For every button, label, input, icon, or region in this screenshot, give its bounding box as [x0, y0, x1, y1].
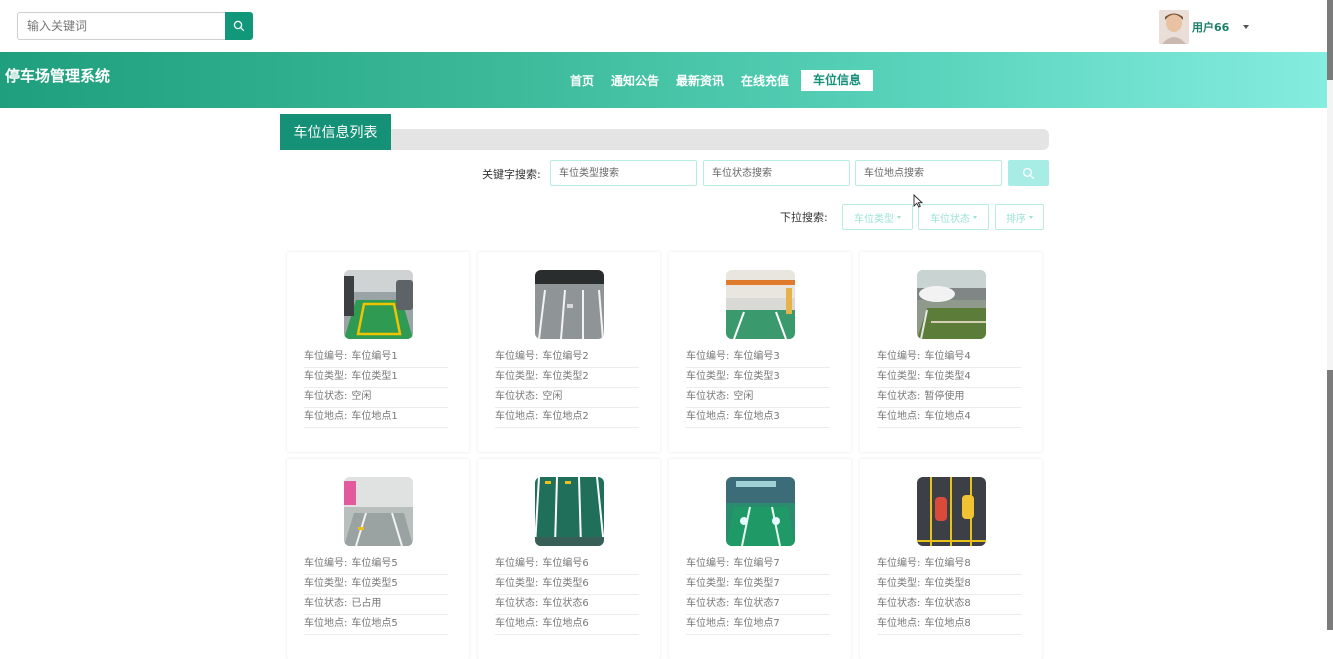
section-bar [280, 129, 1049, 150]
spot-number: 车位编号: 车位编号4 [877, 348, 1021, 368]
spot-location: 车位地点: 车位地点6 [495, 615, 639, 635]
parking-spot-photo [344, 477, 413, 546]
global-search [17, 12, 253, 40]
parking-spot-card[interactable]: 车位编号: 车位编号5 车位类型: 车位类型5 车位状态: 已占用 车位地点: 车位地点… [287, 459, 469, 659]
parking-spot-photo [917, 270, 986, 339]
type-search-input[interactable] [550, 160, 697, 186]
spot-type: 车位类型: 车位类型1 [304, 368, 448, 388]
spot-location: 车位地点: 车位地点5 [304, 615, 448, 635]
type-dropdown[interactable]: 车位类型 [842, 204, 913, 230]
nav-item-recharge[interactable]: 在线充值 [741, 72, 789, 89]
search-icon [1022, 167, 1035, 179]
global-search-button[interactable] [225, 12, 253, 40]
status-dropdown-label: 车位状态 [930, 213, 970, 225]
spot-status: 车位状态: 车位状态7 [686, 595, 830, 615]
site-title: 停车场管理系统 [5, 67, 111, 85]
spot-status: 车位状态: 已占用 [304, 595, 448, 615]
mouse-cursor-icon [913, 194, 923, 208]
sort-dropdown[interactable]: 排序 [995, 204, 1044, 230]
spot-type: 车位类型: 车位类型4 [877, 368, 1021, 388]
spot-type: 车位类型: 车位类型3 [686, 368, 830, 388]
spot-number: 车位编号: 车位编号6 [495, 555, 639, 575]
location-search-input[interactable] [855, 160, 1002, 186]
nav-item-parking-info[interactable]: 车位信息 [801, 70, 874, 91]
dropdown-search-label: 下拉搜索: [780, 211, 828, 224]
spot-type: 车位类型: 车位类型5 [304, 575, 448, 595]
nav-item-news[interactable]: 最新资讯 [676, 72, 724, 89]
spot-status: 车位状态: 暂停使用 [877, 388, 1021, 408]
parking-spot-photo [535, 270, 604, 339]
header-band: 停车场管理系统 首页 通知公告 最新资讯 在线充值 车位信息 [0, 52, 1327, 108]
spot-location: 车位地点: 车位地点8 [877, 615, 1021, 635]
sort-dropdown-label: 排序 [1006, 213, 1026, 225]
parking-spot-card[interactable]: 车位编号: 车位编号7 车位类型: 车位类型7 车位状态: 车位状态7 车位地点: 车位… [669, 459, 851, 659]
main-nav: 首页 通知公告 最新资讯 在线充值 车位信息 [570, 70, 874, 91]
parking-spot-card[interactable]: 车位编号: 车位编号2 车位类型: 车位类型2 车位状态: 空闲 车位地点: 车位地点2 [478, 252, 660, 452]
spot-type: 车位类型: 车位类型7 [686, 575, 830, 595]
username[interactable]: 用户66 [1192, 19, 1229, 35]
section-title: 车位信息列表 [280, 114, 391, 150]
status-search-input[interactable] [703, 160, 850, 186]
spot-status: 车位状态: 车位状态8 [877, 595, 1021, 615]
spot-status: 车位状态: 空闲 [686, 388, 830, 408]
spot-location: 车位地点: 车位地点3 [686, 408, 830, 428]
spot-type: 车位类型: 车位类型6 [495, 575, 639, 595]
spot-type: 车位类型: 车位类型8 [877, 575, 1021, 595]
spot-number: 车位编号: 车位编号2 [495, 348, 639, 368]
spot-location: 车位地点: 车位地点2 [495, 408, 639, 428]
search-icon [233, 20, 245, 32]
nav-item-notices[interactable]: 通知公告 [611, 72, 659, 89]
parking-spot-photo [344, 270, 413, 339]
parking-spot-card[interactable]: 车位编号: 车位编号4 车位类型: 车位类型4 车位状态: 暂停使用 车位地点: 车位地… [860, 252, 1042, 452]
spot-status: 车位状态: 车位状态6 [495, 595, 639, 615]
spot-number: 车位编号: 车位编号1 [304, 348, 448, 368]
page-scrollbar[interactable] [1327, 0, 1333, 630]
spot-location: 车位地点: 车位地点1 [304, 408, 448, 428]
spot-location: 车位地点: 车位地点4 [877, 408, 1021, 428]
parking-spot-photo [917, 477, 986, 546]
user-menu[interactable]: 用户66 [1159, 10, 1250, 44]
top-bar: 用户66 [0, 0, 1333, 52]
spot-number: 车位编号: 车位编号3 [686, 348, 830, 368]
spot-type: 车位类型: 车位类型2 [495, 368, 639, 388]
parking-spot-card[interactable]: 车位编号: 车位编号8 车位类型: 车位类型8 车位状态: 车位状态8 车位地点: 车位… [860, 459, 1042, 659]
avatar [1159, 10, 1189, 44]
parking-spot-card[interactable]: 车位编号: 车位编号1 车位类型: 车位类型1 车位状态: 空闲 车位地点: 车位地点1 [287, 252, 469, 452]
spot-number: 车位编号: 车位编号7 [686, 555, 830, 575]
parking-spot-card[interactable]: 车位编号: 车位编号6 车位类型: 车位类型6 车位状态: 车位状态6 车位地点: 车位… [478, 459, 660, 659]
spot-number: 车位编号: 车位编号8 [877, 555, 1021, 575]
type-dropdown-label: 车位类型 [854, 213, 894, 225]
spot-location: 车位地点: 车位地点7 [686, 615, 830, 635]
caret-down-icon [1029, 215, 1033, 219]
status-dropdown[interactable]: 车位状态 [918, 204, 989, 230]
keyword-search-label: 关键字搜索: [482, 168, 541, 181]
spot-status: 车位状态: 空闲 [304, 388, 448, 408]
scrollbar-thumb[interactable] [1327, 80, 1333, 370]
parking-spot-photo [535, 477, 604, 546]
chevron-down-icon[interactable] [1243, 25, 1250, 29]
spot-status: 车位状态: 空闲 [495, 388, 639, 408]
filter-search-button[interactable] [1008, 160, 1049, 186]
parking-spot-photo [726, 477, 795, 546]
caret-down-icon [973, 215, 977, 219]
parking-spot-card[interactable]: 车位编号: 车位编号3 车位类型: 车位类型3 车位状态: 空闲 车位地点: 车位地点3 [669, 252, 851, 452]
global-search-input[interactable] [17, 12, 225, 40]
nav-item-home[interactable]: 首页 [570, 72, 594, 89]
parking-spot-photo [726, 270, 795, 339]
spot-number: 车位编号: 车位编号5 [304, 555, 448, 575]
caret-down-icon [897, 215, 901, 219]
